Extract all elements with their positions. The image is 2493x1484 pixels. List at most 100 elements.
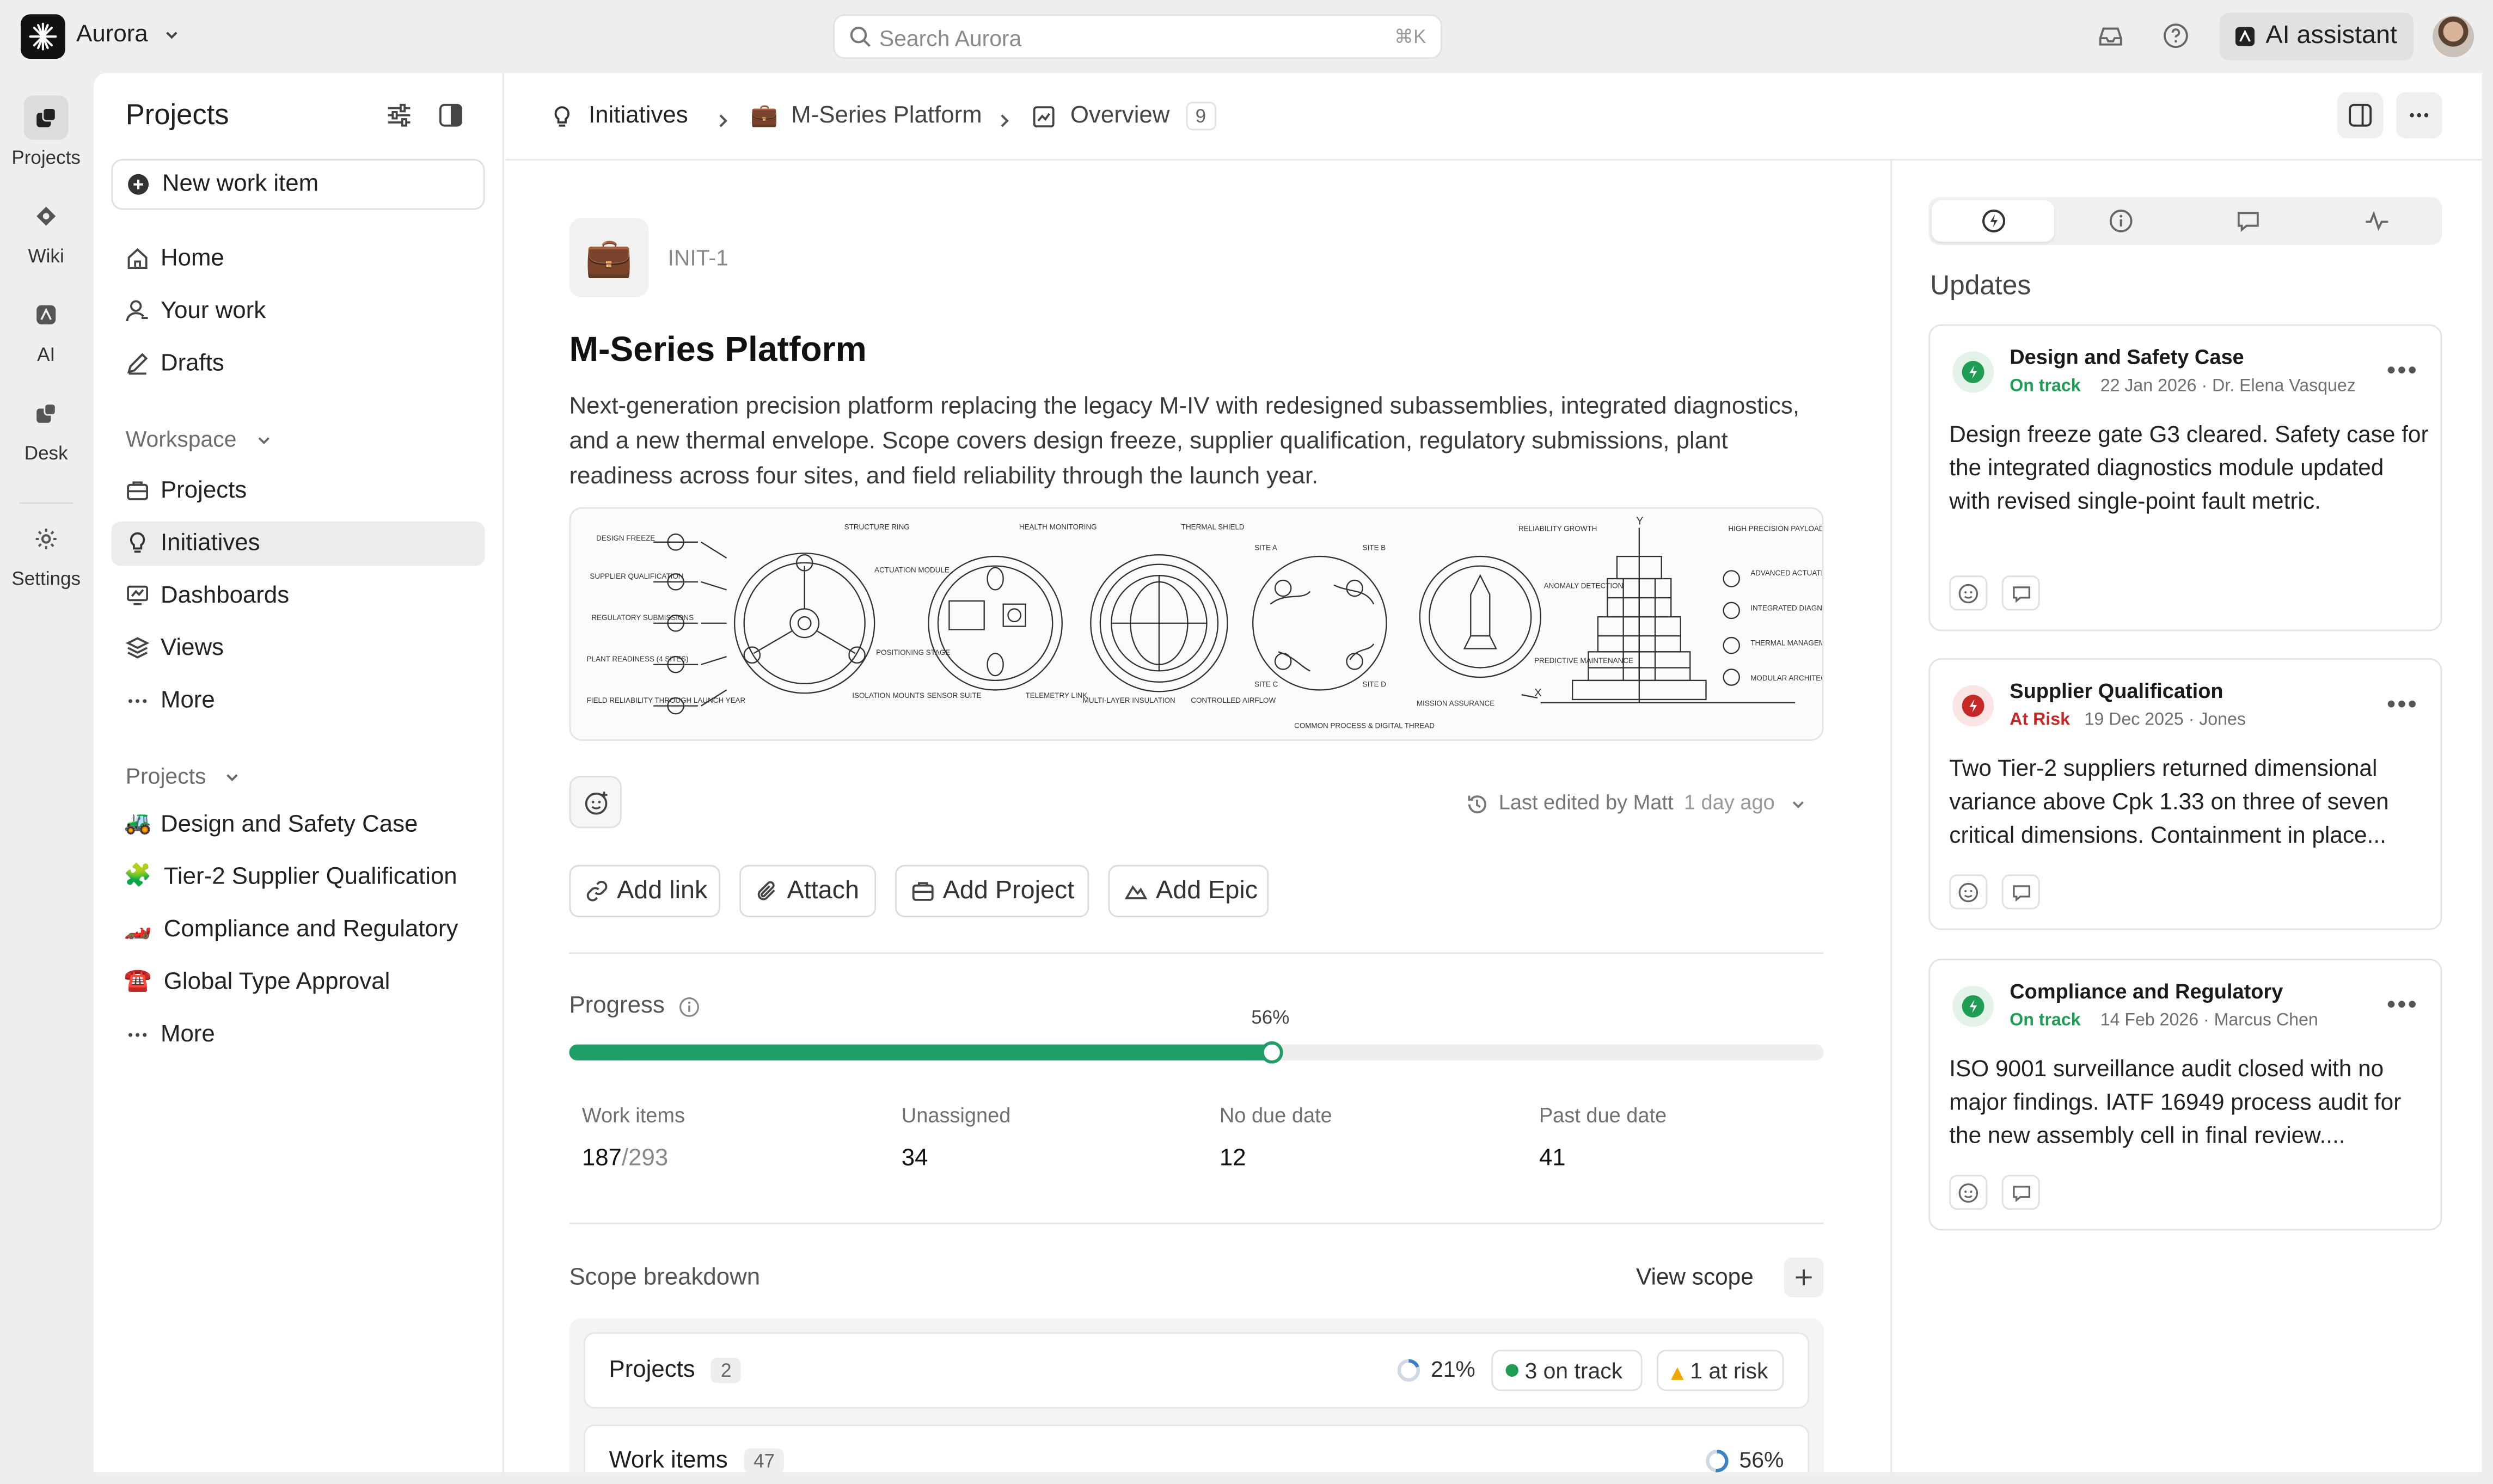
- tab-details[interactable]: [2061, 200, 2183, 242]
- scope-row-count: 47: [744, 1448, 785, 1474]
- info-icon[interactable]: [679, 996, 700, 1017]
- rail-item-desk[interactable]: Desk: [0, 391, 92, 464]
- workspace-name: Aurora: [76, 20, 148, 48]
- project-emoji: 🚜: [124, 809, 152, 835]
- rail-label: Desk: [24, 441, 68, 464]
- add-link-button[interactable]: Add link: [569, 864, 720, 918]
- sidebar-item-projects[interactable]: Projects: [111, 469, 485, 513]
- sliders-icon[interactable]: [387, 103, 412, 135]
- comment-button[interactable]: [2001, 1175, 2040, 1210]
- sidebar-item-dashboards[interactable]: Dashboards: [111, 574, 485, 618]
- stat-label: Unassigned: [901, 1103, 1011, 1127]
- projects-section-heading[interactable]: Projects: [126, 763, 241, 788]
- sidebar-item-home[interactable]: Home: [111, 237, 485, 281]
- sidebar-project-design-safety[interactable]: 🚜 Design and Safety Case: [111, 803, 485, 848]
- add-scope-button[interactable]: [1784, 1257, 1824, 1297]
- diagram-label: ACTUATION MODULE: [874, 566, 950, 574]
- briefcase-icon: [911, 879, 935, 911]
- sidebar-project-type-approval[interactable]: ☎️ Global Type Approval: [111, 960, 485, 1005]
- stat-past-due[interactable]: 41: [1539, 1145, 1566, 1172]
- tab-activity[interactable]: [2317, 200, 2439, 242]
- attach-button[interactable]: Attach: [739, 864, 877, 918]
- sidebar-toggle-icon[interactable]: [439, 103, 463, 135]
- update-meta: 19 Dec 2025 · Jones: [2084, 710, 2246, 730]
- sidebar-project-supplier-qualification[interactable]: 🧩 Tier-2 Supplier Qualification: [111, 855, 485, 900]
- breadcrumb-overview[interactable]: Overview 9: [1032, 101, 1216, 131]
- initiative-emoji-icon[interactable]: 💼: [569, 218, 649, 298]
- add-reaction-button[interactable]: [1949, 874, 1988, 910]
- scope-row-title: Work items: [609, 1446, 728, 1474]
- add-project-button[interactable]: Add Project: [895, 864, 1089, 918]
- initiative-description[interactable]: Next-generation precision platform repla…: [569, 389, 1822, 494]
- sidebar-item-label: More: [160, 1020, 215, 1048]
- initiative-id: INIT-1: [667, 244, 728, 271]
- add-reaction-button[interactable]: [1949, 575, 1988, 611]
- rail-item-settings[interactable]: Settings: [0, 517, 92, 590]
- ellipsis-icon: [2407, 103, 2431, 135]
- tab-updates[interactable]: [1932, 200, 2055, 242]
- ai-assistant-button[interactable]: AI assistant: [2219, 13, 2414, 60]
- user-avatar[interactable]: [2433, 16, 2474, 58]
- comment-button[interactable]: [2001, 575, 2040, 611]
- emoji-add-icon: [1958, 882, 1979, 903]
- sidebar-title: Projects: [125, 99, 229, 131]
- update-card[interactable]: Design and Safety Case On track 22 Jan 2…: [1928, 324, 2442, 631]
- new-work-item-label: New work item: [162, 170, 319, 198]
- stat-work-items[interactable]: 187/293: [582, 1145, 668, 1172]
- breadcrumb-initiatives[interactable]: Initiatives: [550, 102, 688, 129]
- card-more-icon[interactable]: •••: [2387, 691, 2418, 720]
- scope-row-count: 2: [711, 1357, 741, 1383]
- diagram-label: ADVANCED ACTUATION: [1750, 569, 1823, 577]
- rail-item-projects[interactable]: Projects: [0, 95, 92, 169]
- breadcrumb-platform[interactable]: 💼 M-Series Platform: [750, 102, 982, 129]
- on-track-label: 3 on track: [1524, 1357, 1623, 1383]
- workspace-logo-icon[interactable]: [20, 14, 65, 59]
- projects-icon: [23, 95, 69, 140]
- comment-icon: [2012, 884, 2030, 901]
- add-link-label: Add link: [617, 878, 708, 905]
- sidebar-item-more[interactable]: More: [111, 679, 485, 723]
- card-more-icon[interactable]: •••: [2387, 992, 2418, 1021]
- sidebar-projects-more[interactable]: More: [111, 1013, 485, 1057]
- sidebar-item-your-work[interactable]: Your work: [111, 289, 485, 334]
- view-scope-link[interactable]: View scope: [1636, 1266, 1754, 1291]
- project-emoji: ☎️: [124, 966, 152, 992]
- initiative-title[interactable]: M-Series Platform: [569, 329, 866, 371]
- sidebar-item-drafts[interactable]: Drafts: [111, 342, 485, 387]
- sidebar-item-label: More: [160, 686, 215, 714]
- panel-toggle-button[interactable]: [2337, 92, 2384, 139]
- stat-unassigned[interactable]: 34: [902, 1145, 928, 1172]
- stat-value: 187: [581, 1144, 622, 1172]
- inbox-icon[interactable]: [2097, 24, 2124, 57]
- scope-heading: Scope breakdown: [569, 1264, 761, 1291]
- update-meta: 22 Jan 2026 · Dr. Elena Vasquez: [2100, 377, 2356, 396]
- tab-comments[interactable]: [2188, 200, 2310, 242]
- at-risk-label: 1 at risk: [1690, 1357, 1768, 1383]
- sidebar-item-initiatives[interactable]: Initiatives: [111, 521, 485, 566]
- workspace-switcher[interactable]: Aurora: [76, 21, 180, 48]
- stat-total: /293: [621, 1144, 669, 1172]
- rail-item-wiki[interactable]: Wiki: [0, 194, 92, 267]
- update-card[interactable]: Compliance and Regulatory On track 14 Fe…: [1928, 958, 2442, 1231]
- lightbulb-icon: [550, 104, 574, 128]
- link-icon: [585, 879, 609, 911]
- add-reaction-button[interactable]: [1949, 1175, 1988, 1210]
- workspace-section-heading[interactable]: Workspace: [126, 426, 272, 451]
- new-work-item-button[interactable]: New work item: [111, 159, 485, 210]
- at-risk-pill[interactable]: 1 at risk: [1656, 1350, 1784, 1391]
- comment-button[interactable]: [2001, 874, 2040, 910]
- more-options-button[interactable]: [2396, 92, 2442, 139]
- add-reaction-button[interactable]: [569, 776, 622, 829]
- on-track-pill[interactable]: 3 on track: [1491, 1350, 1643, 1391]
- stat-no-due-date[interactable]: 12: [1220, 1145, 1246, 1172]
- rail-item-ai[interactable]: AI: [0, 292, 92, 366]
- update-card[interactable]: Supplier Qualification At Risk 19 Dec 20…: [1928, 658, 2442, 930]
- add-epic-button[interactable]: Add Epic: [1108, 864, 1269, 918]
- card-more-icon[interactable]: •••: [2387, 358, 2418, 387]
- rail-label: Wiki: [28, 244, 64, 267]
- last-edited-info[interactable]: Last edited by Matt 1 day ago: [1466, 790, 1806, 814]
- sidebar-item-views[interactable]: Views: [111, 627, 485, 671]
- help-icon[interactable]: [2163, 22, 2190, 57]
- search-input[interactable]: Search Aurora ⌘K: [833, 14, 1442, 59]
- sidebar-project-compliance[interactable]: 🏎️ Compliance and Regulatory: [111, 907, 485, 952]
